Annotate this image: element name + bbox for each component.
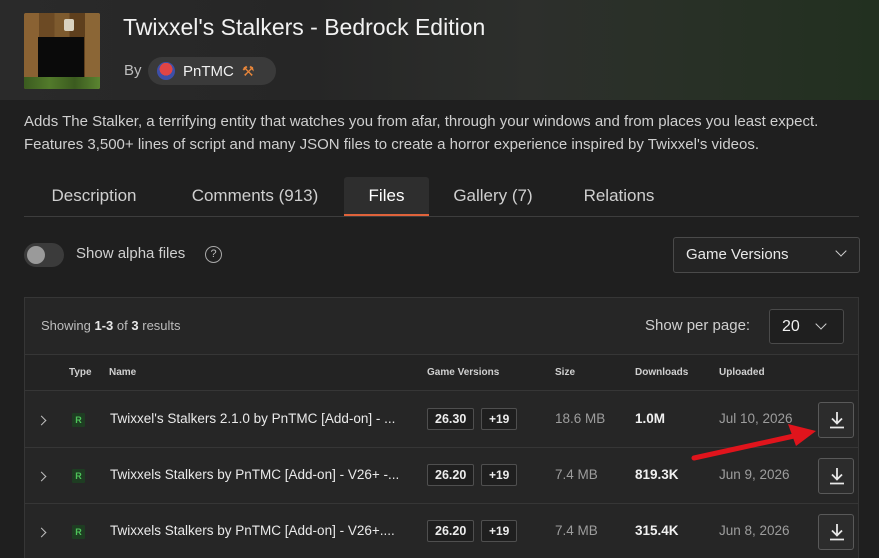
more-versions-badge[interactable]: +19	[481, 408, 518, 430]
project-thumbnail[interactable]	[24, 13, 100, 89]
results-count: Showing 1-3 of 3 results	[41, 318, 181, 333]
download-button[interactable]	[818, 514, 854, 550]
alpha-files-toggle[interactable]	[24, 243, 64, 267]
header-game-versions[interactable]: Game Versions	[427, 367, 499, 378]
download-count: 819.3K	[635, 467, 679, 482]
author-avatar	[157, 62, 175, 80]
game-version-badge: 26.30	[427, 408, 475, 430]
tab-description[interactable]: Description	[24, 177, 164, 216]
table-row[interactable]: R Twixxels Stalkers by PnTMC [Add-on] - …	[25, 504, 858, 558]
table-row[interactable]: R Twixxels Stalkers by PnTMC [Add-on] - …	[25, 448, 858, 504]
file-size: 18.6 MB	[555, 411, 606, 426]
thumbnail-grass	[24, 77, 100, 89]
header-uploaded[interactable]: Uploaded	[719, 367, 765, 378]
chevron-down-icon	[815, 318, 827, 330]
header-downloads[interactable]: Downloads	[635, 367, 688, 378]
download-count: 315.4K	[635, 523, 679, 538]
tab-files[interactable]: Files	[344, 177, 429, 216]
per-page-label: Show per page:	[645, 317, 751, 334]
download-button[interactable]	[818, 458, 854, 494]
per-page-value: 20	[782, 318, 800, 335]
download-button[interactable]	[818, 402, 854, 438]
tab-comments[interactable]: Comments (913)	[172, 177, 338, 216]
thumbnail-face	[64, 19, 74, 31]
file-name-link[interactable]: Twixxel's Stalkers 2.1.0 by PnTMC [Add-o…	[110, 411, 395, 426]
author-name: PnTMC	[183, 62, 234, 80]
game-version-badge: 26.20	[427, 520, 475, 542]
chevron-down-icon	[835, 245, 847, 257]
header-type[interactable]: Type	[69, 367, 92, 378]
file-name-link[interactable]: Twixxels Stalkers by PnTMC [Add-on] - V2…	[110, 467, 399, 482]
toggle-knob	[27, 246, 45, 264]
header-name[interactable]: Name	[109, 367, 136, 378]
pickaxe-hammer-icon: ⚒	[241, 62, 255, 79]
upload-date: Jul 10, 2026	[719, 411, 793, 426]
download-icon	[830, 412, 844, 429]
more-versions-badge[interactable]: +19	[481, 464, 518, 486]
file-size: 7.4 MB	[555, 467, 598, 482]
author-link[interactable]: PnTMC ⚒	[148, 57, 276, 85]
download-icon	[830, 468, 844, 485]
project-description: Adds The Stalker, a terrifying entity th…	[24, 113, 819, 153]
game-versions-label: Game Versions	[686, 246, 789, 263]
chevron-right-icon[interactable]	[36, 415, 47, 426]
chevron-right-icon[interactable]	[36, 527, 47, 538]
download-count: 1.0M	[635, 411, 666, 426]
upload-date: Jun 8, 2026	[719, 523, 790, 538]
table-header: Type Name Game Versions Size Downloads U…	[25, 354, 858, 391]
project-tabs: Description Comments (913) Files Gallery…	[24, 177, 859, 217]
game-versions-select[interactable]: Game Versions	[673, 237, 860, 273]
download-icon	[830, 524, 844, 541]
release-type-badge: R	[72, 525, 85, 539]
project-title: Twixxel's Stalkers - Bedrock Edition	[123, 14, 486, 40]
more-versions-badge[interactable]: +19	[481, 520, 518, 542]
help-icon[interactable]: ?	[205, 246, 222, 263]
release-type-badge: R	[72, 413, 85, 427]
per-page-select[interactable]: 20	[769, 309, 844, 344]
release-type-badge: R	[72, 469, 85, 483]
table-row[interactable]: R Twixxel's Stalkers 2.1.0 by PnTMC [Add…	[25, 392, 858, 448]
tab-gallery[interactable]: Gallery (7)	[438, 177, 548, 216]
game-version-badge: 26.20	[427, 464, 475, 486]
upload-date: Jun 9, 2026	[719, 467, 790, 482]
files-panel: Showing 1-3 of 3 results Show per page: …	[24, 297, 859, 558]
tab-relations[interactable]: Relations	[564, 177, 674, 216]
by-label: By	[124, 62, 142, 79]
file-name-link[interactable]: Twixxels Stalkers by PnTMC [Add-on] - V2…	[110, 523, 395, 538]
file-size: 7.4 MB	[555, 523, 598, 538]
header-size[interactable]: Size	[555, 367, 575, 378]
chevron-right-icon[interactable]	[36, 471, 47, 482]
alpha-files-label: Show alpha files	[76, 245, 186, 262]
